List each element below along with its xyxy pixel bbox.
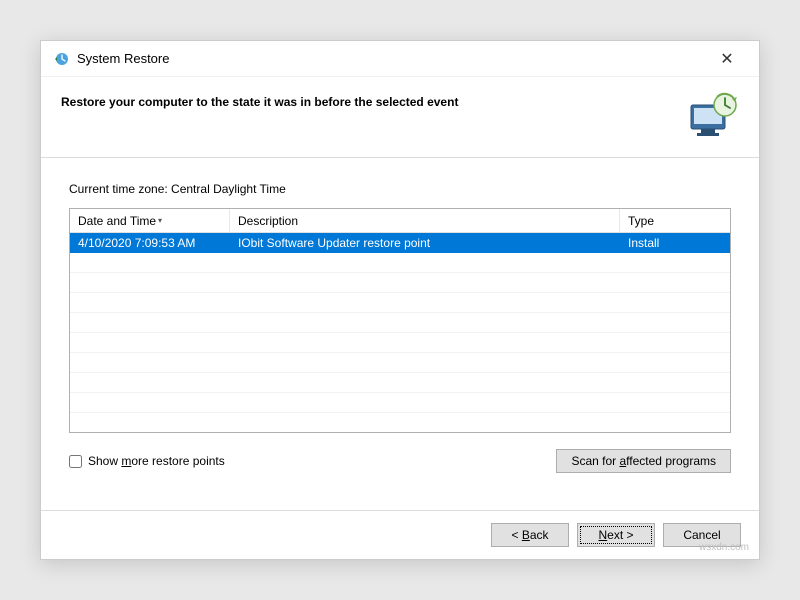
cell-description: IObit Software Updater restore point bbox=[230, 236, 620, 250]
close-button[interactable]: ✕ bbox=[707, 45, 747, 73]
show-more-restore-points-checkbox[interactable]: Show more restore points bbox=[69, 454, 225, 468]
column-type[interactable]: Type bbox=[620, 209, 730, 232]
timezone-label: Current time zone: Central Daylight Time bbox=[69, 182, 731, 196]
restore-points-table[interactable]: Date and Time ▾ Description Type 4/10/20… bbox=[69, 208, 731, 433]
sort-indicator-icon: ▾ bbox=[158, 216, 162, 225]
next-button[interactable]: Next > bbox=[577, 523, 655, 547]
cell-date: 4/10/2020 7:09:53 AM bbox=[70, 236, 230, 250]
column-date-time[interactable]: Date and Time ▾ bbox=[70, 209, 230, 232]
table-body: 4/10/2020 7:09:53 AM IObit Software Upda… bbox=[70, 233, 730, 432]
page-heading: Restore your computer to the state it wa… bbox=[61, 91, 687, 109]
system-restore-icon bbox=[53, 51, 69, 67]
cancel-button[interactable]: Cancel bbox=[663, 523, 741, 547]
table-header: Date and Time ▾ Description Type bbox=[70, 209, 730, 233]
header-area: Restore your computer to the state it wa… bbox=[41, 77, 759, 158]
body-area: Current time zone: Central Daylight Time… bbox=[41, 158, 759, 510]
show-more-checkbox-input[interactable] bbox=[69, 455, 82, 468]
window-title: System Restore bbox=[77, 51, 707, 66]
back-button[interactable]: < Back bbox=[491, 523, 569, 547]
restore-monitor-icon bbox=[687, 91, 739, 139]
cell-type: Install bbox=[620, 236, 730, 250]
show-more-label: Show more restore points bbox=[88, 454, 225, 468]
scan-affected-programs-button[interactable]: Scan for affected programs bbox=[556, 449, 731, 473]
table-footer-row: Show more restore points Scan for affect… bbox=[69, 449, 731, 473]
wizard-footer: < Back Next > Cancel bbox=[41, 510, 759, 559]
title-bar: System Restore ✕ bbox=[41, 41, 759, 77]
system-restore-dialog: System Restore ✕ Restore your computer t… bbox=[40, 40, 760, 560]
column-description[interactable]: Description bbox=[230, 209, 620, 232]
close-icon: ✕ bbox=[720, 49, 733, 69]
table-row[interactable]: 4/10/2020 7:09:53 AM IObit Software Upda… bbox=[70, 233, 730, 253]
